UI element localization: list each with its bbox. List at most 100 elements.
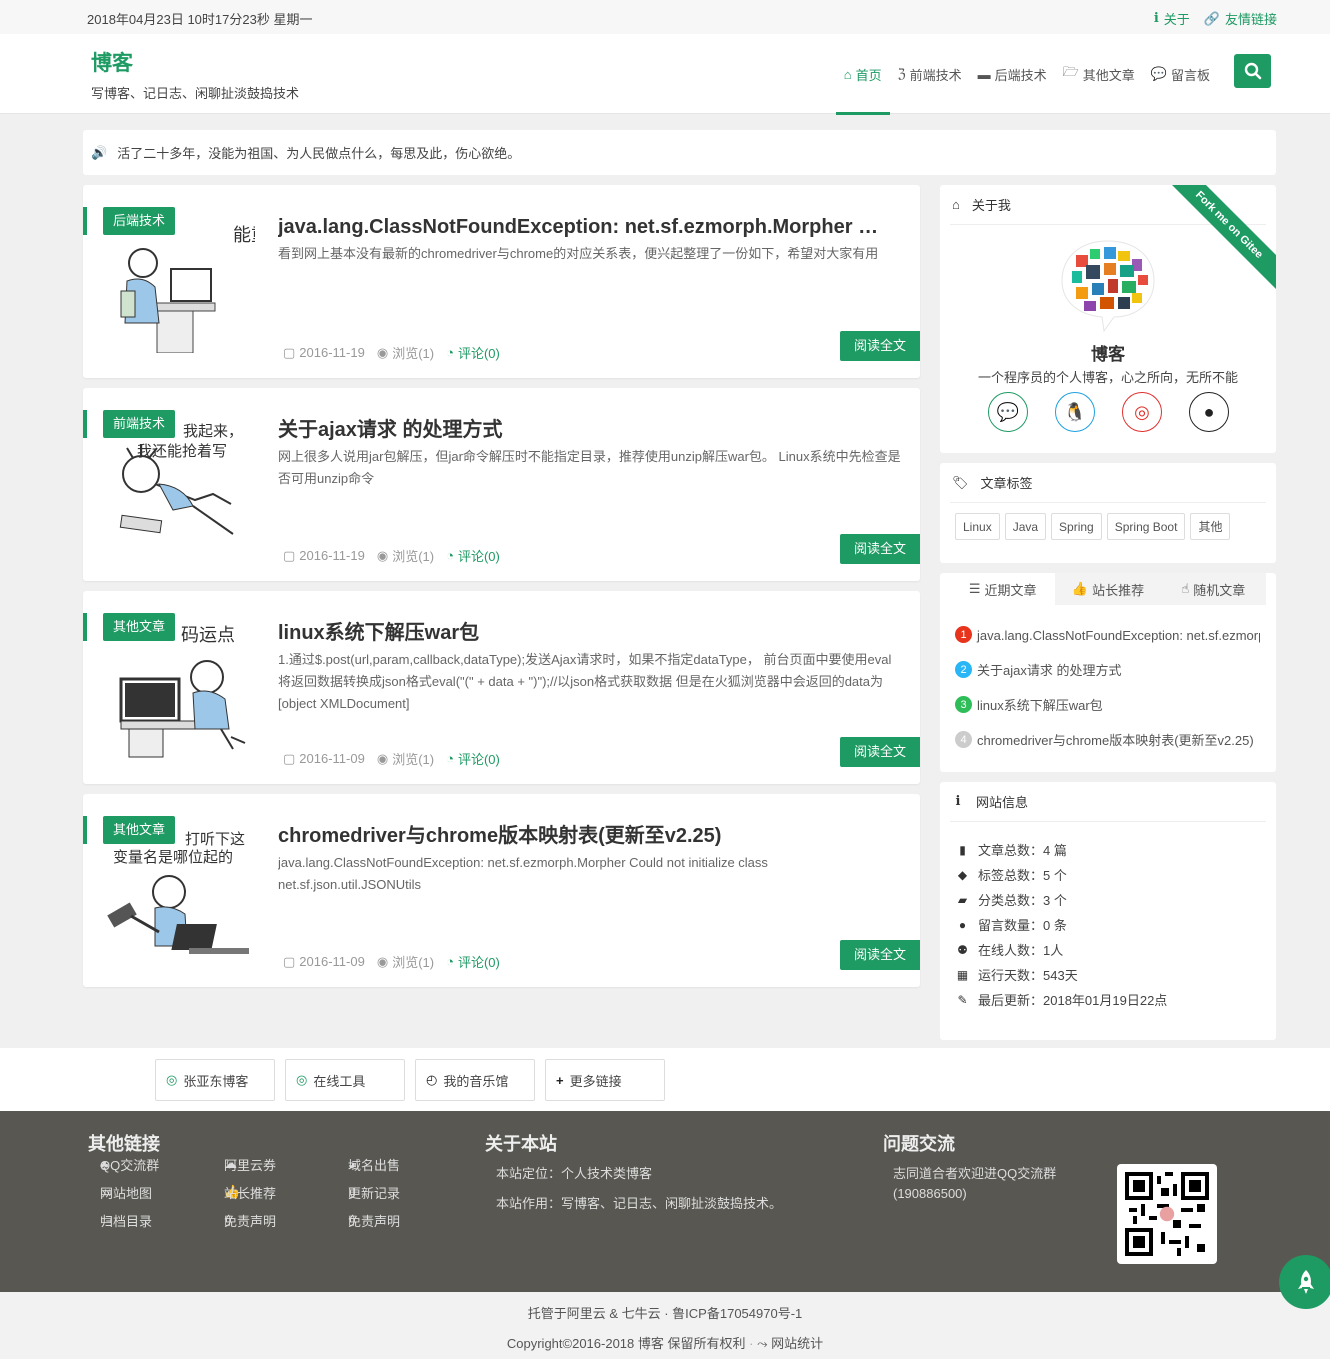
post-title[interactable]: 关于ajax请求 的处理方式 xyxy=(278,413,898,442)
tab-random[interactable]: ☝ 随机文章 xyxy=(1161,573,1266,605)
friend-link[interactable]: ◴ 我的音乐馆 xyxy=(415,1059,535,1101)
music-icon: ◴ xyxy=(426,1072,438,1087)
search-button[interactable] xyxy=(1234,54,1271,88)
tag-item[interactable]: Linux xyxy=(955,513,1000,540)
folder-icon: ▰ xyxy=(957,892,968,907)
about-name: 博客 xyxy=(1091,345,1125,364)
about-link[interactable]: i 关于 xyxy=(1154,9,1190,28)
copyright-text: Copyright©2016-2018 博客 保留所有权利 xyxy=(506,1336,746,1351)
post-views: 浏览(1) xyxy=(392,549,435,564)
link-icon: 🔗 xyxy=(1203,10,1220,26)
post-summary: java.lang.ClassNotFoundException: net.sf… xyxy=(278,855,768,892)
read-more-button[interactable]: 阅读全文 xyxy=(840,534,920,564)
nav-guestbook[interactable]: 💬 留言板 xyxy=(1143,34,1218,114)
site-footer: 其他链接 ♣ QQ交流群 ☁ 阿里云券 ◕ 域名出售 ▭ 网站地图 👍 站长推荐 ▯ 更新记… xyxy=(0,1111,1330,1292)
stats-link[interactable]: ⤳ 网站统计 xyxy=(757,1336,823,1351)
nav-other[interactable]: 🗁 其他文章 xyxy=(1055,34,1143,114)
post-title[interactable]: java.lang.ClassNotFoundException: net.sf… xyxy=(278,210,898,239)
tag-item[interactable]: Spring xyxy=(1051,513,1102,540)
list-item[interactable]: 2 关于ajax请求 的处理方式 xyxy=(955,652,1260,687)
tags-icon: ◆ xyxy=(957,867,968,882)
read-more-button[interactable]: 阅读全文 xyxy=(840,331,920,361)
info-item: ▰ 分类总数：3 个 xyxy=(955,887,1167,912)
info-item: ● 留言数量：0 条 xyxy=(955,912,1167,937)
footer-about-line: 本站作用：写博客、记日志、闲聊扯淡鼓捣技术。 xyxy=(496,1196,783,1211)
read-more-button[interactable]: 阅读全文 xyxy=(840,737,920,767)
site-name[interactable]: 博客 xyxy=(91,47,299,77)
tags-panel: 🏷 文章标签 Linux Java Spring Spring Boot 其他 xyxy=(940,463,1276,563)
svg-text:码运点: 码运点 xyxy=(181,625,235,646)
info-icon: i xyxy=(1153,11,1159,26)
post-views: 浏览(1) xyxy=(392,955,435,970)
notice-text: 活了二十多年，没能为祖国、为人民做点什么，每思及此，伤心欲绝。 xyxy=(117,146,521,161)
hand-icon: ☝ xyxy=(1181,581,1190,596)
post-category[interactable]: 后端技术 xyxy=(103,207,176,235)
post-comments[interactable]: ◔ 评论(0) xyxy=(446,749,500,768)
thumbs-up-icon: 👍 xyxy=(1071,581,1089,596)
stats-icon: ⤳ xyxy=(757,1336,768,1351)
list-item[interactable]: 4 chromedriver与chrome版本映射表(更新至v2.25) xyxy=(955,722,1260,757)
site-info-list: ▮ 文章总数：4 篇 ◆ 标签总数：5 个 ▰ 分类总数：3 个 ● 留言数量：0 条 … xyxy=(955,837,1167,1012)
nav-frontend[interactable]: ℨ 前端技术 xyxy=(890,34,970,114)
post-date: 2016-11-09 xyxy=(299,751,365,766)
rank-badge: 2 xyxy=(955,661,972,678)
rank-badge: 3 xyxy=(955,696,972,713)
post-category[interactable]: 其他文章 xyxy=(103,613,176,641)
site-info-header: i 网站信息 xyxy=(950,782,1266,822)
svg-text:能重现吗？: 能重现吗？ xyxy=(233,225,255,246)
read-more-button[interactable]: 阅读全文 xyxy=(840,940,920,970)
svg-text:变量名是哪位起的: 变量名是哪位起的 xyxy=(113,848,233,866)
site-header: 博客 写博客、记日志、闲聊扯淡鼓捣技术 ⌂ 首页 ℨ 前端技术 ▬ 后端技术 🗁 其他文… xyxy=(0,34,1330,115)
nav-backend[interactable]: ▬ 后端技术 xyxy=(970,34,1055,114)
card-accent xyxy=(83,613,87,641)
gitee-ribbon[interactable]: Fork me on Gitee xyxy=(1166,185,1276,295)
list-item[interactable]: 1 java.lang.ClassNotFoundException: net.s… xyxy=(955,617,1260,652)
post-category[interactable]: 前端技术 xyxy=(103,410,176,438)
avatar[interactable] xyxy=(1058,237,1158,333)
nav-home[interactable]: ⌂ 首页 xyxy=(835,34,890,115)
post-comments[interactable]: ◔ 评论(0) xyxy=(446,546,500,565)
wechat-button[interactable]: 💬 xyxy=(988,392,1028,432)
post-meta: ▢ 2016-11-09 ◉ 浏览(1) ◔ 评论(0) xyxy=(283,952,500,971)
plus-icon: + xyxy=(556,1072,564,1088)
card-accent xyxy=(83,207,87,235)
info-item: ▦ 运行天数：543天 xyxy=(956,967,1078,984)
home-icon: ⌂ xyxy=(843,66,852,82)
back-to-top-button[interactable] xyxy=(1279,1255,1330,1309)
top-bar: 2018年04月23日 10时17分23秒 星期一 i 关于 🔗 友情链接 xyxy=(0,0,1330,34)
logo-icon: ◎ xyxy=(166,1072,178,1087)
friend-link[interactable]: ◎ 在线工具 xyxy=(285,1059,405,1101)
post-summary: 网上很多人说用jar包解压，但jar命令解压时不能指定目录，推荐使用unzip解… xyxy=(278,449,901,486)
tag-item[interactable]: Java xyxy=(1004,513,1047,540)
list-item[interactable]: 3 linux系统下解压war包 xyxy=(955,687,1260,722)
tag-item[interactable]: Spring Boot xyxy=(1106,513,1186,540)
footer-other-title: 其他链接 xyxy=(88,1134,160,1154)
friend-links-link[interactable]: 🔗 友情链接 xyxy=(1204,9,1277,28)
weibo-button[interactable]: ◎ xyxy=(1122,392,1162,432)
info-item: ◆ 标签总数：5 个 xyxy=(955,862,1167,887)
post-title[interactable]: linux系统下解压war包 xyxy=(278,616,898,645)
tag-item[interactable]: 其他 xyxy=(1190,513,1231,540)
post-card: 后端技术 能重现吗？ java.lang.ClassNotFoundExcept… xyxy=(83,185,920,378)
post-title[interactable]: chromedriver与chrome版本映射表(更新至v2.25) xyxy=(278,819,898,848)
site-slogan: 写博客、记日志、闲聊扯淡鼓捣技术 xyxy=(91,86,300,101)
friend-link[interactable]: ◎ 张亚东博客 xyxy=(155,1059,275,1101)
post-comments[interactable]: ◔ 评论(0) xyxy=(446,343,500,362)
brand[interactable]: 博客 写博客、记日志、闲聊扯淡鼓捣技术 xyxy=(91,47,299,102)
info-icon: i xyxy=(955,794,961,809)
github-button[interactable]: ● xyxy=(1189,392,1229,432)
tab-recent[interactable]: ☰ 近期文章 xyxy=(950,573,1056,605)
footer-about-line: 本站定位：个人技术类博客 xyxy=(496,1166,653,1181)
qr-code xyxy=(1117,1164,1217,1264)
copyright-line: Copyright©2016-2018 博客 保留所有权利 · ⤳ 网站统计 xyxy=(506,1336,824,1351)
qq-icon: 🐧 xyxy=(1063,401,1087,422)
qq-button[interactable]: 🐧 xyxy=(1055,392,1095,432)
about-panel: ⌂ 关于我 Fork me on Gitee 博客 一个程序员的个人博客，心之所向… xyxy=(940,185,1276,453)
friend-link[interactable]: + 更多链接 xyxy=(545,1059,665,1101)
card-accent xyxy=(83,816,87,844)
post-category[interactable]: 其他文章 xyxy=(103,816,176,844)
post-comments[interactable]: ◔ 评论(0) xyxy=(446,952,500,971)
recent-list: 1 java.lang.ClassNotFoundException: net.s… xyxy=(955,617,1260,757)
tab-recommend[interactable]: 👍 站长推荐 xyxy=(1055,573,1160,605)
info-item: ▮ 文章总数：4 篇 xyxy=(955,837,1167,862)
